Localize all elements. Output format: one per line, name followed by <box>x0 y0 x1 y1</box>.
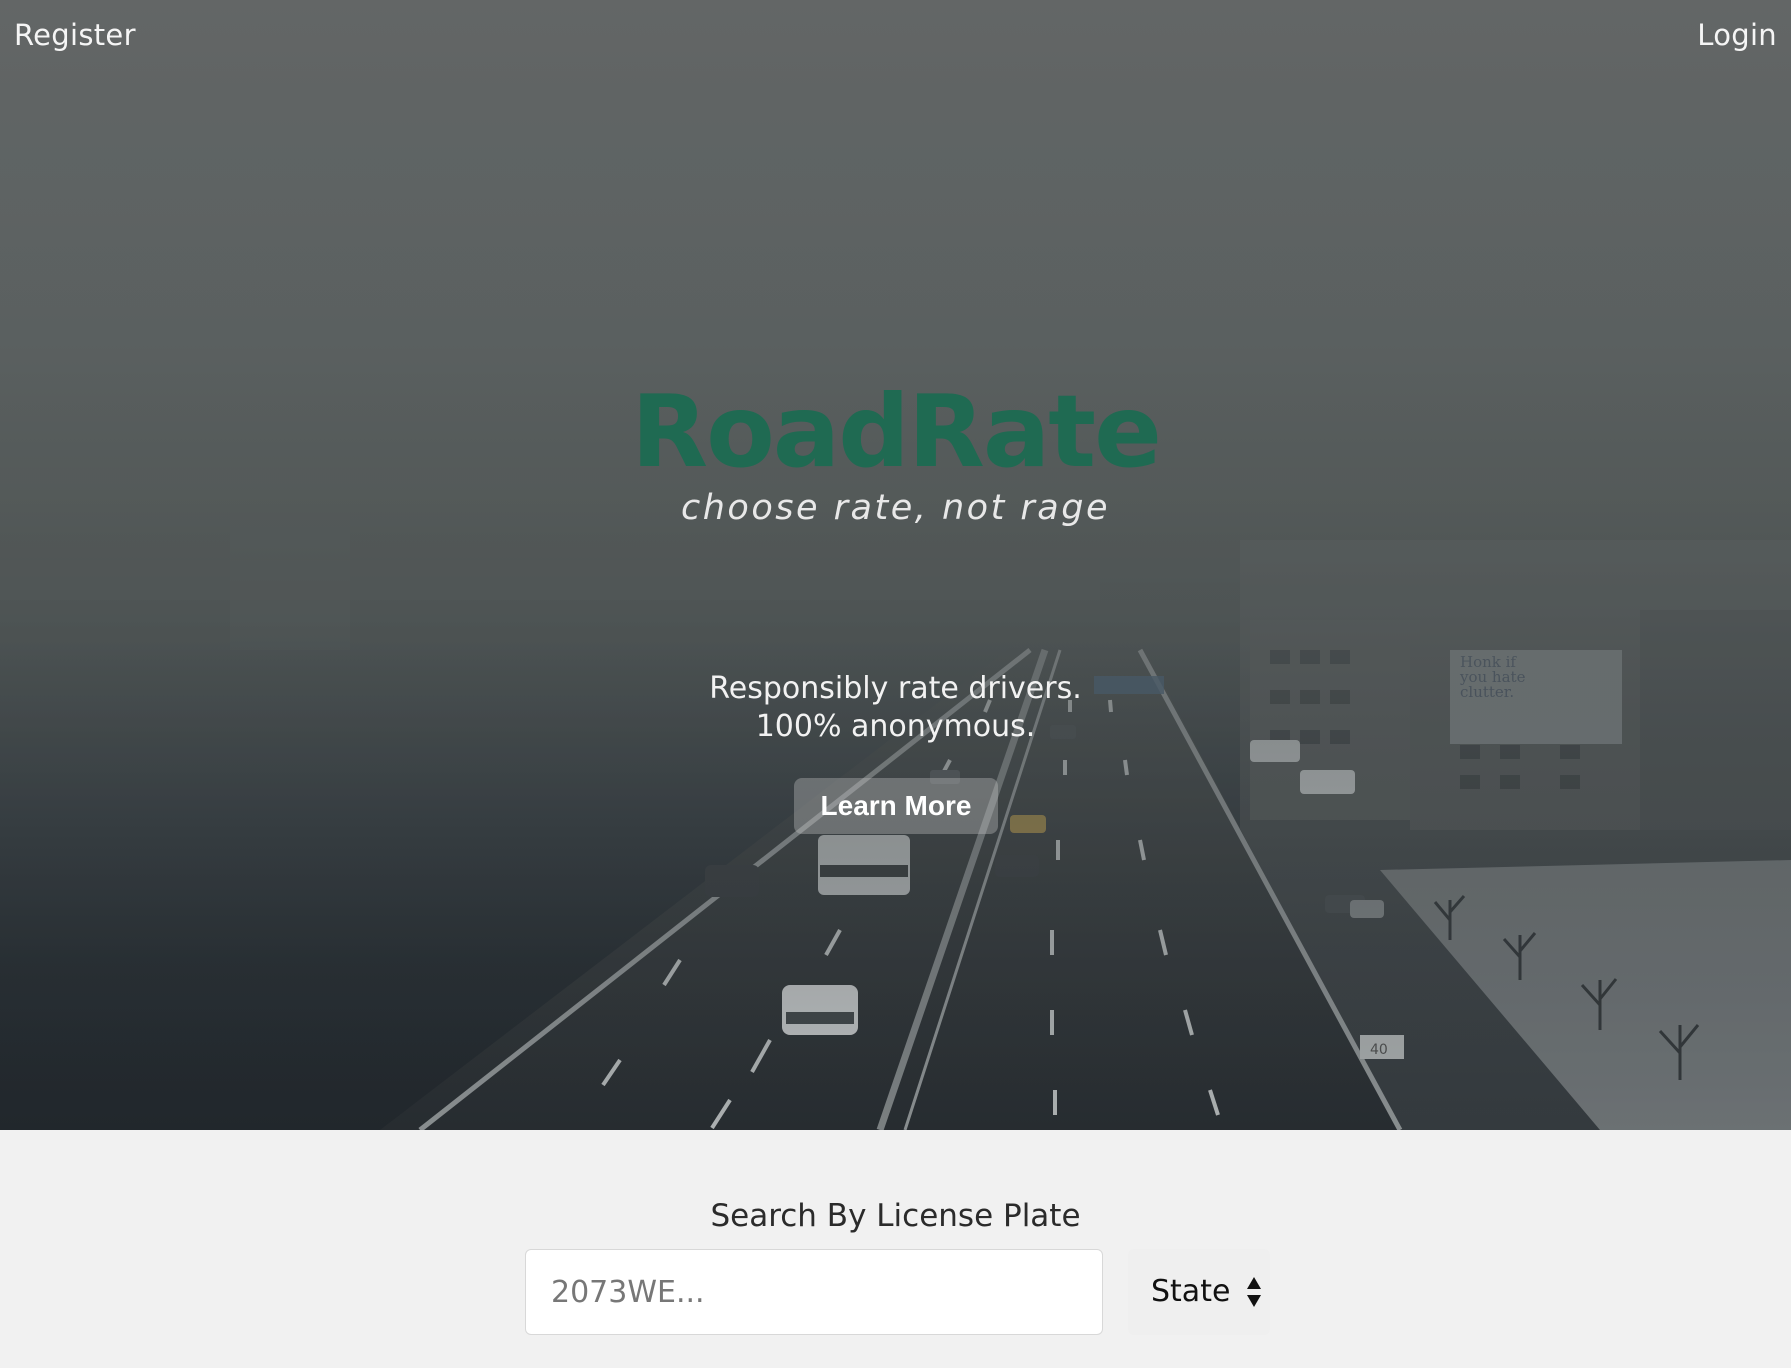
tagline: choose rate, not rage <box>680 488 1111 528</box>
blurb-line-2: 100% anonymous. <box>755 709 1036 744</box>
blurb-line-1: Responsibly rate drivers. <box>709 671 1082 706</box>
search-title: Search By License Plate <box>710 1198 1081 1234</box>
brand-title: RoadRate <box>631 373 1162 490</box>
state-select[interactable]: State <box>1128 1249 1270 1335</box>
learn-more-button[interactable]: Learn More <box>794 778 998 834</box>
hero-section: Honk if you hate clutter. <box>0 0 1791 1130</box>
sort-arrows-icon <box>1247 1277 1261 1307</box>
license-plate-input[interactable] <box>525 1249 1103 1335</box>
register-link[interactable]: Register <box>14 18 136 52</box>
highway-background-image: Honk if you hate clutter. <box>0 0 1791 1130</box>
search-section: Search By License Plate State <box>0 1130 1791 1368</box>
login-link[interactable]: Login <box>1697 18 1777 52</box>
hero-blurb: Responsibly rate drivers. 100% anonymous… <box>0 670 1791 746</box>
state-select-label: State <box>1151 1274 1231 1309</box>
